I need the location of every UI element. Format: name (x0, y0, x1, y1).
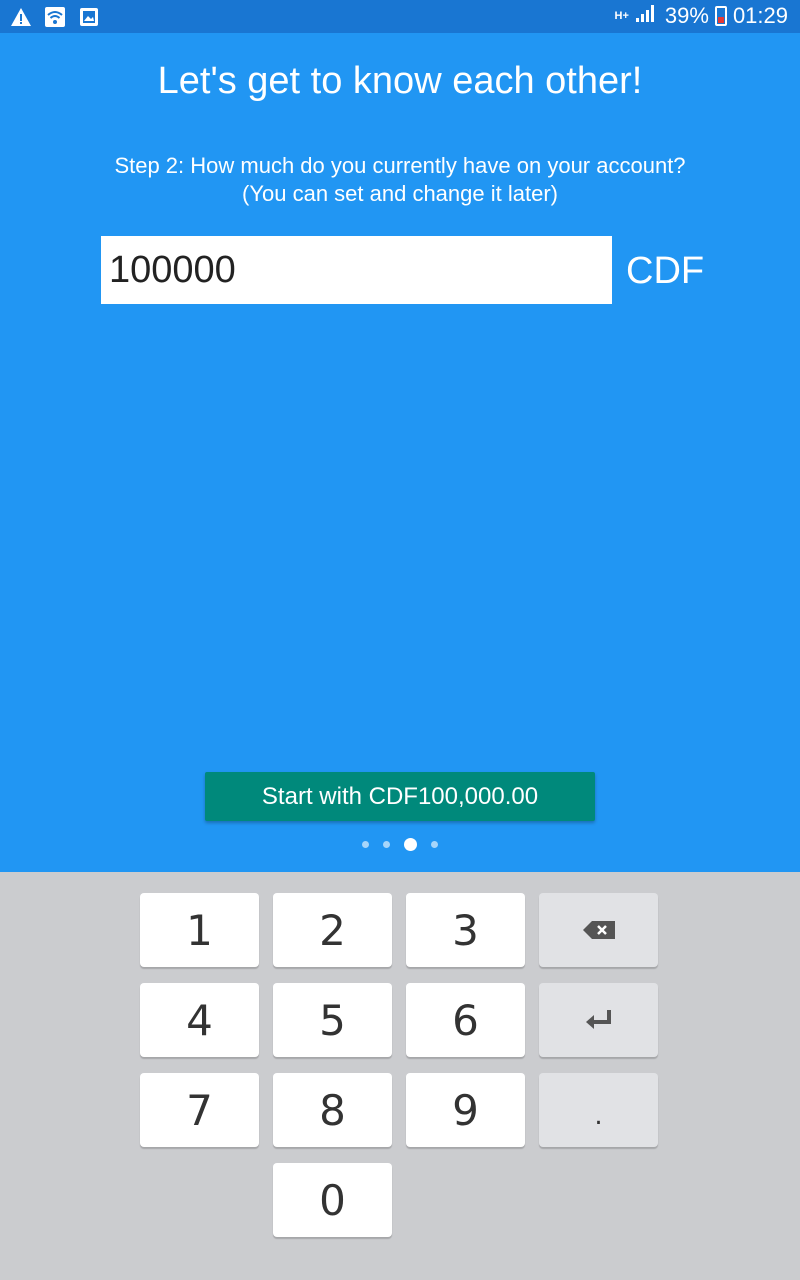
step-line-1: Step 2: How much do you currently have o… (114, 153, 686, 178)
start-button[interactable]: Start with CDF100,000.00 (205, 772, 595, 821)
currency-label: CDF (626, 250, 705, 292)
backspace-icon (582, 920, 616, 940)
decimal-key[interactable]: . (539, 1073, 658, 1147)
key-7[interactable]: 7 (140, 1073, 259, 1147)
battery-icon (714, 6, 727, 26)
image-icon (78, 6, 100, 28)
numeric-keyboard: 1 2 3 4 5 6 7 8 9 . 0 (0, 872, 800, 1280)
step-description: Step 2: How much do you currently have o… (0, 152, 800, 208)
page-dot[interactable] (383, 841, 390, 848)
signal-icon (635, 3, 659, 29)
status-bar: H+ 39% 01:29 (0, 0, 800, 33)
page-dot[interactable] (362, 841, 369, 848)
clock: 01:29 (732, 3, 788, 28)
enter-key[interactable] (539, 983, 658, 1057)
page-dot[interactable] (431, 841, 438, 848)
key-9[interactable]: 9 (406, 1073, 525, 1147)
key-1[interactable]: 1 (140, 893, 259, 967)
key-4[interactable]: 4 (140, 983, 259, 1057)
step-line-2: (You can set and change it later) (242, 181, 558, 206)
page-dot-active[interactable] (404, 838, 417, 851)
network-type: H+ (614, 9, 629, 22)
key-5[interactable]: 5 (273, 983, 392, 1057)
enter-icon (584, 1008, 614, 1032)
key-0[interactable]: 0 (273, 1163, 392, 1237)
key-8[interactable]: 8 (273, 1073, 392, 1147)
page-title: Let's get to know each other! (157, 60, 643, 102)
wifi-icon (44, 6, 66, 28)
key-3[interactable]: 3 (406, 893, 525, 967)
key-2[interactable]: 2 (273, 893, 392, 967)
key-6[interactable]: 6 (406, 983, 525, 1057)
page-indicator (0, 838, 800, 851)
amount-input[interactable] (101, 236, 612, 304)
battery-percent: 39% (664, 3, 709, 28)
warning-icon (10, 6, 32, 28)
backspace-key[interactable] (539, 893, 658, 967)
